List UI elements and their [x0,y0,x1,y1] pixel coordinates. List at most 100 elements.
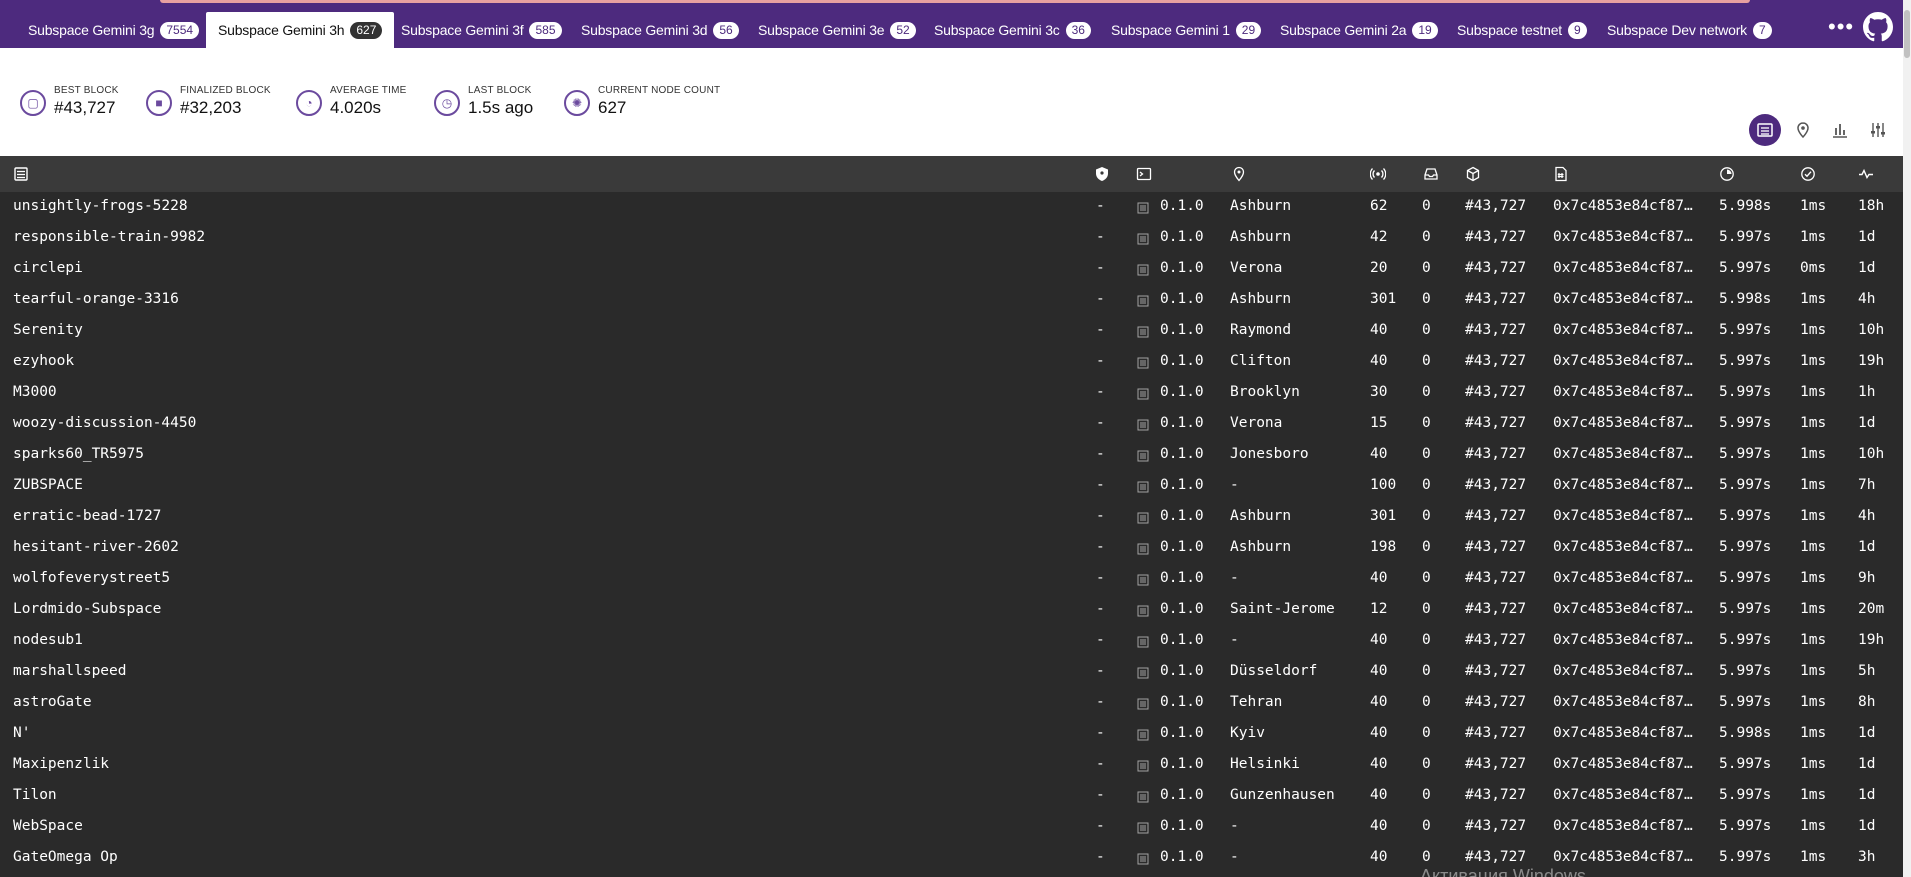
block-hash: 0x7c4853e84cf87… [1553,508,1693,524]
block-hash: 0x7c4853e84cf87… [1553,849,1693,865]
uptime: 1d [1858,818,1876,834]
table-row[interactable]: circlepi - 0.1.0 Verona 20 0 #43,727 0x7c4853e8… [0,254,1903,285]
table-row[interactable]: woozy-discussion-4450 - 0.1.0 Verona 15 0 #43,… [0,409,1903,440]
block-time: 5.997s [1719,849,1772,865]
validator-icon[interactable] [1094,166,1110,182]
node-name: circlepi [13,260,83,276]
implementation-logo-icon [1137,729,1149,741]
propagation-time: 1ms [1800,818,1827,834]
propagation-time: 1ms [1800,756,1827,772]
validator-status: - [1096,849,1105,865]
version: 0.1.0 [1160,849,1204,865]
table-row[interactable]: unsightly-frogs-5228 - 0.1.0 Ashburn 62 0 #43,… [0,192,1903,223]
implementation-logo-icon [1137,791,1149,803]
tab-count-badge: 7554 [160,21,200,39]
node-name: Lordmido-Subspace [13,601,162,617]
implementation-logo-icon [1137,667,1149,679]
block-icon[interactable] [1465,166,1481,182]
node-name: WebSpace [13,818,83,834]
peer-count: 42 [1370,229,1388,245]
table-row[interactable]: wolfofeverystreet5 - 0.1.0 - 40 0 #43,727 0x7c4… [0,564,1903,595]
location: Jonesboro [1230,446,1309,462]
settings-button[interactable] [1862,114,1894,146]
github-icon[interactable] [1863,12,1893,42]
propagation-time: 1ms [1800,663,1827,679]
validator-status: - [1096,725,1105,741]
node-name-icon[interactable] [13,166,29,182]
tab-label: Subspace testnet [1457,22,1562,38]
tab-gemini-3d[interactable]: Subspace Gemini 3d 56 [581,12,739,48]
table-row[interactable]: tearful-orange-3316 - 0.1.0 Ashburn 301 0 #43,… [0,285,1903,316]
stat-title: Last Block [468,85,532,96]
tab-label: Subspace Gemini 3e [758,22,885,38]
timer-icon: ◔ [296,90,322,116]
table-row[interactable]: ezyhook - 0.1.0 Clifton 40 0 #43,727 0x7c4853e8… [0,347,1903,378]
table-row[interactable]: WebSpace - 0.1.0 - 40 0 #43,727 0x7c4853e84cf87… [0,812,1903,843]
tab-subspace-testnet[interactable]: Subspace testnet 9 [1457,12,1587,48]
implementation-logo-icon [1137,450,1149,462]
table-row[interactable]: Tilon - 0.1.0 Gunzenhausen 40 0 #43,727 0x7c485… [0,781,1903,812]
validator-status: - [1096,353,1105,369]
uptime-icon[interactable] [1858,166,1874,182]
node-name: tearful-orange-3316 [13,291,179,307]
table-row[interactable]: erratic-bead-1727 - 0.1.0 Ashburn 301 0 #43,72… [0,502,1903,533]
scrollbar-thumb[interactable] [1904,10,1910,58]
transactions-icon[interactable] [1423,166,1439,182]
stats-view-button[interactable] [1824,114,1856,146]
tab-gemini-3f[interactable]: Subspace Gemini 3f 585 [401,12,562,48]
list-view-button[interactable] [1749,114,1781,146]
table-row[interactable]: hesitant-river-2602 - 0.1.0 Ashburn 198 0 #43,… [0,533,1903,564]
table-row[interactable]: nodesub1 - 0.1.0 - 40 0 #43,727 0x7c4853e84cf87… [0,626,1903,657]
table-row[interactable]: sparks60_TR5975 - 0.1.0 Jonesboro 40 0 #43,727… [0,440,1903,471]
peer-count: 198 [1370,539,1397,555]
list-view-icon [1757,123,1773,137]
tab-subspace-dev-network[interactable]: Subspace Dev network 7 [1607,12,1772,48]
propagation-time: 1ms [1800,787,1827,803]
transaction-count: 0 [1422,849,1431,865]
location: Kyiv [1230,725,1265,741]
table-row[interactable]: Maxipenzlik - 0.1.0 Helsinki 40 0 #43,727 0x7c4… [0,750,1903,781]
best-block: #43,727 [1465,849,1527,865]
peers-icon[interactable] [1370,166,1386,182]
stat-value: 4.020s [330,98,382,117]
tab-gemini-3g[interactable]: Subspace Gemini 3g 7554 [28,12,200,48]
block-hash-icon[interactable] [1553,166,1569,182]
table-row[interactable]: responsible-train-9982 - 0.1.0 Ashburn 42 0 #4… [0,223,1903,254]
stat-title: Current Node Count [598,85,721,96]
location: Helsinki [1230,756,1300,772]
node-name: Maxipenzlik [13,756,110,772]
tab-gemini-2a[interactable]: Subspace Gemini 2a 19 [1280,12,1438,48]
location-icon[interactable] [1231,166,1247,182]
validator-status: - [1096,787,1105,803]
table-row[interactable]: M3000 - 0.1.0 Brooklyn 30 0 #43,727 0x7c4853e84… [0,378,1903,409]
best-block: #43,727 [1465,539,1527,555]
table-row[interactable]: N' - 0.1.0 Kyiv 40 0 #43,727 0x7c4853e84cf87… 5.… [0,719,1903,750]
more-menu-icon[interactable]: ••• [1828,14,1854,40]
transaction-count: 0 [1422,477,1431,493]
tab-gemini-3c[interactable]: Subspace Gemini 3c 36 [934,12,1091,48]
uptime: 1d [1858,725,1876,741]
map-view-button[interactable] [1787,114,1819,146]
tab-label: Subspace Gemini 1 [1111,22,1230,38]
table-row[interactable]: Serenity - 0.1.0 Raymond 40 0 #43,727 0x7c4853e… [0,316,1903,347]
implementation-logo-icon [1137,605,1149,617]
block-time: 5.998s [1719,291,1772,307]
implementation-icon[interactable] [1136,166,1152,182]
block-hash: 0x7c4853e84cf87… [1553,446,1693,462]
table-row[interactable]: GateOmega Op - 0.1.0 - 40 0 #43,727 0x7c4853e84… [0,843,1903,874]
table-row[interactable]: ZUBSPACE - 0.1.0 - 100 0 #43,727 0x7c4853e84cf8… [0,471,1903,502]
block-time-icon[interactable] [1719,166,1735,182]
node-name: nodesub1 [13,632,83,648]
tab-gemini-3h[interactable]: Subspace Gemini 3h 627 [206,12,395,48]
tab-gemini-1[interactable]: Subspace Gemini 1 29 [1111,12,1262,48]
propagation-icon[interactable] [1800,166,1816,182]
table-row[interactable]: marshallspeed - 0.1.0 Düsseldorf 40 0 #43,727 0… [0,657,1903,688]
block-hash: 0x7c4853e84cf87… [1553,477,1693,493]
tab-gemini-3e[interactable]: Subspace Gemini 3e 52 [758,12,916,48]
settings-icon [1871,123,1885,137]
peer-count: 20 [1370,260,1388,276]
tab-count-badge: 56 [713,21,739,39]
page-scrollbar[interactable] [1903,0,1911,877]
table-row[interactable]: Lordmido-Subspace - 0.1.0 Saint-Jerome 12 0 #4… [0,595,1903,626]
table-row[interactable]: astroGate - 0.1.0 Tehran 40 0 #43,727 0x7c4853e… [0,688,1903,719]
